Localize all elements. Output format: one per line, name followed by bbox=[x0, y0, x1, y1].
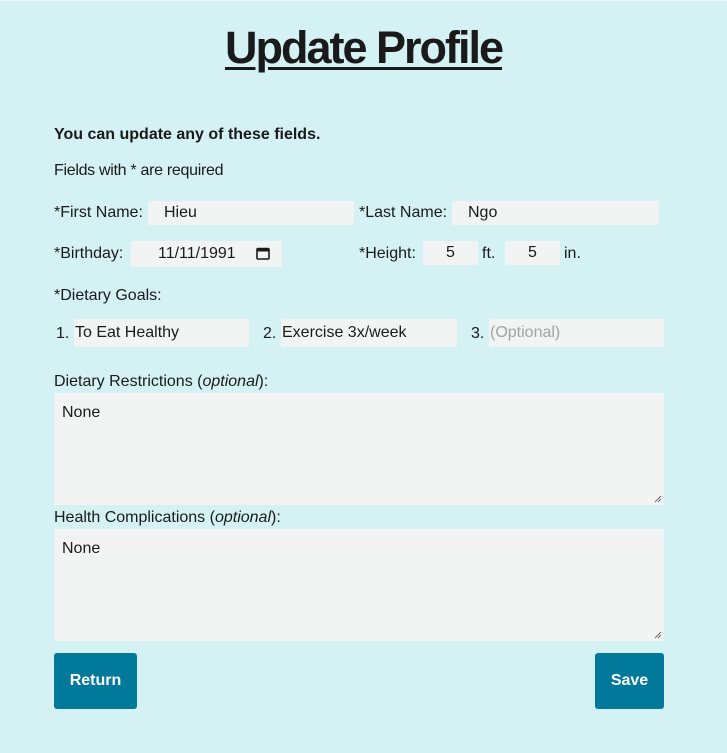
resize-grip-icon[interactable] bbox=[654, 495, 662, 503]
page-title: Update Profile bbox=[224, 22, 504, 73]
goal-number-3: 3. bbox=[471, 325, 485, 342]
last-name-label: *Last Name: bbox=[359, 204, 448, 221]
goal-number-2: 2. bbox=[263, 325, 277, 342]
dietary-goals-label: *Dietary Goals: bbox=[54, 287, 162, 304]
calendar-icon[interactable] bbox=[256, 247, 270, 260]
dietary-restrictions-textarea[interactable]: None bbox=[54, 393, 664, 505]
health-complications-label: Health Complications (optional): bbox=[54, 509, 281, 526]
dietary-restrictions-label: Dietary Restrictions (optional): bbox=[54, 373, 269, 390]
height-feet-input[interactable]: 5 bbox=[423, 241, 478, 265]
required-note: Fields with * are required bbox=[54, 162, 224, 179]
top-border bbox=[0, 0, 727, 1]
save-button[interactable]: Save bbox=[595, 653, 664, 709]
last-name-input[interactable]: Ngo bbox=[452, 201, 659, 225]
birthday-input[interactable]: 11/11/1991 bbox=[131, 241, 282, 267]
intro-text: You can update any of these fields. bbox=[54, 126, 321, 143]
birthday-label: *Birthday: bbox=[54, 245, 124, 262]
goal-input-3-placeholder: (Optional) bbox=[490, 324, 561, 341]
height-label: *Height: bbox=[359, 245, 416, 262]
health-complications-value: None bbox=[62, 540, 101, 557]
goal-input-2[interactable]: Exercise 3x/week bbox=[281, 319, 457, 347]
resize-grip-icon[interactable] bbox=[654, 631, 662, 639]
first-name-label: *First Name: bbox=[54, 204, 143, 221]
birthday-value: 11/11/1991 bbox=[158, 245, 236, 262]
goal-input-1[interactable]: To Eat Healthy bbox=[74, 319, 249, 347]
feet-unit: ft. bbox=[482, 245, 496, 262]
goal-number-1: 1. bbox=[56, 325, 70, 342]
dietary-restrictions-value: None bbox=[62, 404, 101, 421]
inches-unit: in. bbox=[564, 245, 581, 262]
health-complications-textarea[interactable]: None bbox=[54, 529, 664, 641]
goal-input-3[interactable]: (Optional) bbox=[489, 319, 664, 347]
return-button[interactable]: Return bbox=[54, 653, 137, 709]
height-inches-input[interactable]: 5 bbox=[505, 241, 560, 265]
first-name-input[interactable]: Hieu bbox=[148, 201, 354, 225]
